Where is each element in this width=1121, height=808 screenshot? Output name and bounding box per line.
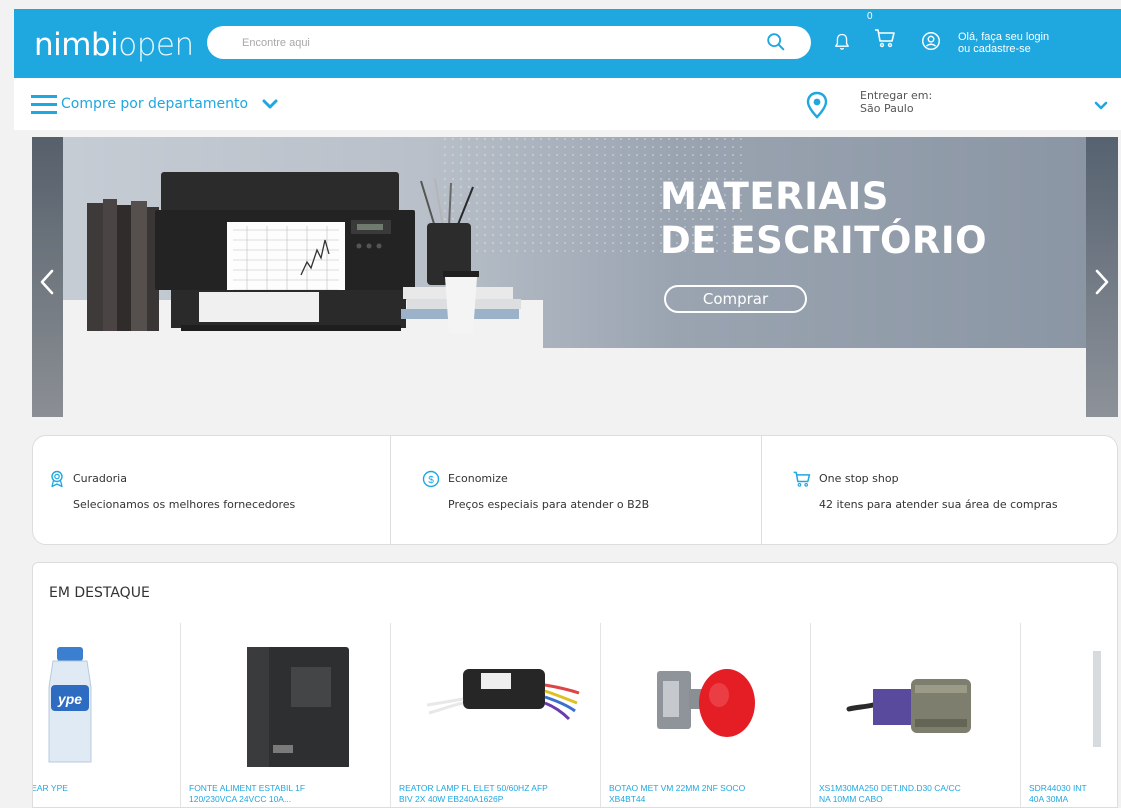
search-icon[interactable]	[765, 31, 787, 53]
product-image	[247, 647, 349, 767]
product-name-line-1: SDR44030 INT	[1029, 783, 1087, 793]
hero-carousel: MATERIAIS DE ESCRITÓRIO Comprar	[32, 137, 1118, 417]
product-name-line-2: NA 10MM CABO	[819, 794, 883, 804]
product-image	[657, 669, 755, 737]
logo-text-open: open	[118, 27, 194, 63]
product-name-line-1: E LIQUIDO CLEAR YPE	[32, 783, 68, 793]
chevron-down-icon[interactable]	[1094, 101, 1108, 111]
product-name-line-2: XB4BT44	[609, 794, 646, 804]
hamburger-menu-icon[interactable]	[31, 95, 57, 115]
logo-text-nimbi: nimbi	[34, 27, 119, 63]
top-bar: nimbiopen 0 Olá, faça seu login ou cadas…	[14, 9, 1121, 78]
chevron-down-icon[interactable]	[262, 98, 278, 110]
product-name-line-1: XS1M30MA250 DET.IND.D30 CA/CC	[819, 783, 961, 793]
award-icon	[51, 470, 63, 488]
carousel-next-button[interactable]	[1086, 137, 1118, 417]
nimbi-open-logo[interactable]: nimbiopen	[34, 25, 194, 65]
chevron-right-icon	[1095, 269, 1109, 295]
product-name-line-1: BOTAO MET VM 22MM 2NF SOCO	[609, 783, 746, 793]
product-name: SDR44030 INT 40A 30MA	[1029, 783, 1117, 805]
product-card[interactable]: REATOR LAMP FL ELET 50/60HZ AFP BIV 2X 4…	[391, 623, 601, 807]
benefit-one-stop-shop: One stop shop 42 itens para atender sua …	[761, 436, 1117, 544]
bell-icon[interactable]	[832, 32, 852, 52]
product-name-line-2: BIV 2X 40W EB240A1626P	[399, 794, 504, 804]
product-card[interactable]: SDR44030 INT 40A 30MA	[1021, 623, 1117, 807]
product-image	[426, 669, 580, 721]
product-card[interactable]: XS1M30MA250 DET.IND.D30 CA/CC NA 10MM CA…	[811, 623, 1021, 807]
product-image	[846, 679, 971, 733]
product-name: BOTAO MET VM 22MM 2NF SOCO XB4BT44	[609, 783, 805, 805]
banner-shop-button[interactable]: Comprar	[664, 285, 807, 313]
headline-line-1: MATERIAIS	[660, 175, 889, 218]
printer-illustration	[155, 172, 415, 331]
chevron-left-icon	[40, 269, 54, 295]
product-name: XS1M30MA250 DET.IND.D30 CA/CC NA 10MM CA…	[819, 783, 1015, 805]
delivery-city: São Paulo	[860, 102, 914, 115]
carousel-prev-button[interactable]	[32, 137, 63, 417]
product-name-line-2: 120/230VCA 24VCC 10A...	[189, 794, 292, 804]
cart-icon	[793, 471, 811, 487]
benefit-title: Curadoria	[73, 472, 127, 485]
search-bar	[207, 26, 811, 59]
product-name: REATOR LAMP FL ELET 50/60HZ AFP BIV 2X 4…	[399, 783, 595, 805]
section-title: EM DESTAQUE	[49, 585, 150, 601]
benefit-economize: $ Economize Preços especiais para atende…	[390, 436, 761, 544]
delivery-location[interactable]: Entregar em: São Paulo	[860, 89, 932, 115]
coffee-cup-illustration	[401, 271, 521, 333]
benefit-description: Preços especiais para atender o B2B	[448, 498, 650, 511]
benefit-curadoria: Curadoria Selecionamos os melhores forne…	[33, 436, 390, 544]
benefit-title: One stop shop	[819, 472, 899, 485]
product-card[interactable]: ype E LIQUIDO CLEAR YPE	[32, 623, 181, 807]
product-name-line-1: FONTE ALIMENT ESTABIL 1F	[189, 783, 306, 793]
benefit-description: Selecionamos os melhores fornecedores	[73, 498, 296, 511]
login-line-2: ou cadastre-se	[958, 43, 1031, 55]
product-name: FONTE ALIMENT ESTABIL 1F 120/230VCA 24VC…	[189, 783, 385, 805]
location-pin-icon	[806, 91, 828, 119]
svg-text:$: $	[428, 475, 434, 486]
featured-products-section: EM DESTAQUE ype E LIQUIDO CLEAR YPE FONT…	[32, 562, 1118, 808]
svg-text:ype: ype	[57, 691, 82, 707]
product-image	[1093, 651, 1101, 747]
banner-headline: MATERIAIS DE ESCRITÓRIO	[660, 175, 987, 263]
product-card[interactable]: FONTE ALIMENT ESTABIL 1F 120/230VCA 24VC…	[181, 623, 391, 807]
delivery-label: Entregar em:	[860, 89, 933, 102]
product-card[interactable]: BOTAO MET VM 22MM 2NF SOCO XB4BT44	[601, 623, 811, 807]
product-image: ype	[48, 647, 92, 763]
product-name-line-1: REATOR LAMP FL ELET 50/60HZ AFP	[399, 783, 548, 793]
benefit-description: 42 itens para atender sua área de compra…	[819, 498, 1058, 511]
banner-image[interactable]: MATERIAIS DE ESCRITÓRIO Comprar	[63, 137, 1086, 348]
headline-line-2: DE ESCRITÓRIO	[660, 219, 988, 262]
cart-icon[interactable]	[873, 26, 897, 50]
product-name: E LIQUIDO CLEAR YPE	[32, 783, 171, 794]
login-line-1: Olá, faça seu login	[958, 31, 1050, 43]
benefits-panel: Curadoria Selecionamos os melhores forne…	[32, 435, 1118, 545]
login-link[interactable]: Olá, faça seu login ou cadastre-se	[958, 31, 1049, 55]
user-account-icon[interactable]	[920, 30, 942, 52]
benefit-title: Economize	[448, 472, 508, 485]
department-menu-label[interactable]: Compre por departamento	[61, 96, 248, 112]
product-name-line-2: 40A 30MA	[1029, 794, 1069, 804]
search-input[interactable]	[242, 33, 722, 53]
dollar-coin-icon: $	[422, 470, 440, 488]
cart-count-badge: 0	[867, 11, 873, 22]
